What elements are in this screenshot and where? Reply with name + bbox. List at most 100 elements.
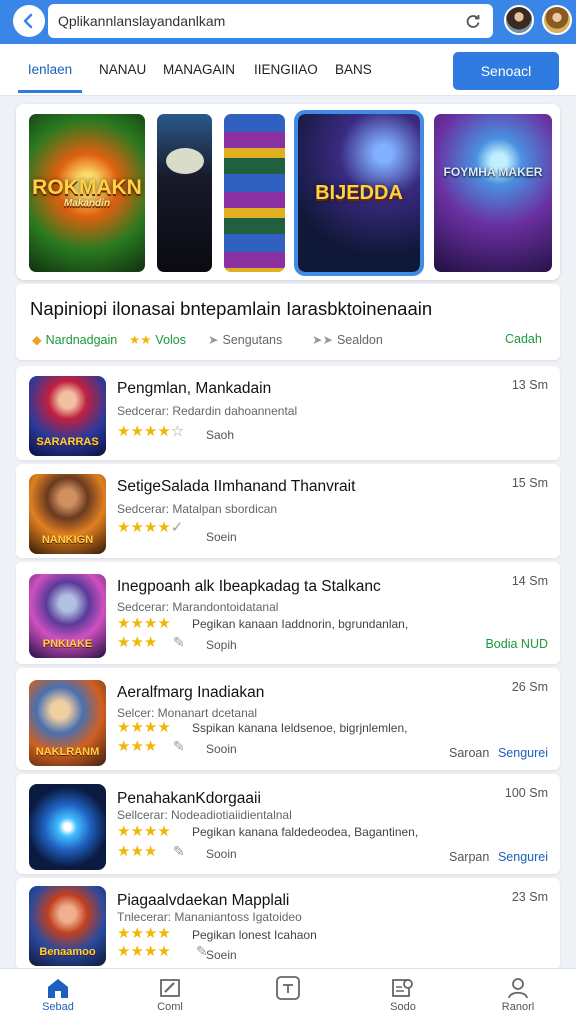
nav-home[interactable]: Sebad	[18, 975, 98, 1013]
user-icon	[508, 978, 528, 999]
app-duration: Soein	[206, 948, 237, 962]
app-title: Pengmlan, Mankadain	[117, 380, 272, 397]
thumbs-up-icon: ✎	[173, 738, 185, 754]
meta-tag-5-label: Cadah	[505, 332, 542, 346]
app-duration: Sooin	[206, 742, 237, 756]
app-duration: Sopih	[206, 638, 237, 652]
coin-icon: ◆	[32, 333, 42, 347]
app-size: 13 Sm	[511, 378, 548, 392]
refresh-icon[interactable]	[463, 11, 483, 31]
rating-stars: ★★★★	[117, 615, 171, 632]
thumbnail-label: Benaamoo	[39, 946, 96, 958]
app-action-grey[interactable]: Saroan	[449, 746, 489, 760]
send-icon: ➤	[208, 333, 219, 347]
thumbnail-label: SARARRAS	[36, 436, 99, 448]
app-thumbnail: SARARRAS	[29, 376, 106, 456]
rating-stars-secondary: ★★★	[117, 738, 158, 755]
app-subtitle: Tnlecerar: Mananiantoss Igatoideo	[117, 910, 302, 924]
featured-carousel: ROKMAKN Makandin BIJEDDA FOYMHA MAKER	[16, 104, 560, 280]
app-subtitle: Sellcerar: Nodeadiotiaiidientalnal	[117, 808, 292, 822]
tab-bans[interactable]: BANS	[335, 44, 372, 94]
app-title: SetigeSalada IImhanand Thanvrait	[117, 478, 356, 495]
avatar-user-1[interactable]	[504, 5, 534, 35]
senoacl-button[interactable]: Senoacl	[453, 52, 559, 90]
app-size: 100 Sm	[504, 786, 548, 800]
list-item[interactable]: NAKLRANM Aeralfmarg Inadiakan 26 Sm Selc…	[16, 668, 560, 770]
app-thumbnail: NAKLRANM	[29, 680, 106, 766]
app-title: PenahakanKdorgaaii	[117, 790, 261, 807]
list-item[interactable]: PNKIAKE Inegpoanh alk Ibeapkadag ta Stal…	[16, 562, 560, 664]
back-button[interactable]	[13, 5, 45, 37]
edit-icon	[160, 979, 180, 997]
list-item[interactable]: Benaamoo Piagaalvdaekan Mapplali 23 Sm T…	[16, 878, 560, 970]
search-input[interactable]	[58, 13, 463, 29]
app-subtitle: Sedcerar: Matalpan sbordican	[117, 502, 278, 516]
nav-home-label: Sebad	[42, 1001, 74, 1013]
meta-tag-3-label: Sengutans	[222, 332, 283, 347]
featured-card-2[interactable]	[157, 114, 212, 272]
tab-managain[interactable]: MANAGAIN	[163, 44, 235, 94]
featured-card-3[interactable]	[224, 114, 285, 272]
headline-title: Napiniopi ilonasai bntepamlain Iarasbkto…	[30, 298, 433, 319]
app-size: 23 Sm	[511, 890, 548, 904]
app-title: Inegpoanh alk Ibeapkadag ta Stalkanc	[117, 578, 381, 595]
app-title: Aeralfmarg Inadiakan	[117, 684, 265, 701]
app-thumbnail: NANKIGN	[29, 474, 106, 554]
nav-sodo-label: Sodo	[390, 1001, 416, 1013]
rating-stars: ★★★★☆	[117, 423, 185, 440]
tab-ienlaen[interactable]: Ienlaen	[18, 44, 82, 93]
avatar-user-2[interactable]	[542, 5, 572, 35]
list-item[interactable]: NANKIGN SetigeSalada IImhanand Thanvrait…	[16, 464, 560, 558]
nav-profile-label: Ranorl	[501, 1001, 535, 1013]
app-thumbnail	[29, 784, 106, 870]
tab-bar: Ienlaen NANAU MANAGAIN IIENGIIAO BANS Se…	[0, 44, 576, 96]
rating-stars: ★★★★✓	[117, 519, 184, 536]
featured-card-4[interactable]: BIJEDDA	[294, 110, 424, 276]
app-description: Pegikan lonest Icahaon	[192, 928, 317, 942]
app-subtitle: Sedcerar: Marandontoidatanal	[117, 600, 279, 614]
meta-tag-1: ◆ Nardnadgain	[32, 332, 117, 348]
search-bar	[48, 4, 493, 38]
back-arrow-icon	[23, 13, 33, 29]
nav-profile[interactable]: Ranorl	[478, 975, 558, 1013]
meta-tag-4: ➤➤ Sealdon	[312, 332, 383, 348]
app-duration: Saoh	[206, 428, 235, 442]
meta-tag-2: ★★ Volos	[129, 332, 187, 348]
app-size: 15 Sm	[511, 476, 548, 490]
bottom-navigation: Sebad Coml Sodo Ranorl	[0, 968, 576, 1024]
nav-edit[interactable]: Coml	[130, 975, 210, 1013]
meta-tag-2-label: Volos	[155, 332, 187, 347]
featured-headline: Napiniopi ilonasai bntepamlain Iarasbkto…	[16, 284, 560, 360]
nav-sodo[interactable]: Sodo	[363, 975, 443, 1013]
app-action-green[interactable]: Bodia NUD	[485, 637, 548, 651]
meta-tag-5[interactable]: Cadah	[505, 332, 542, 346]
top-bar	[0, 0, 576, 44]
list-item[interactable]: SARARRAS Pengmlan, Mankadain 13 Sm Sedce…	[16, 366, 560, 460]
rating-stars-secondary: ★★★	[117, 634, 158, 651]
tv-icon	[276, 976, 300, 1000]
featured-card-5-title: FOYMHA MAKER	[443, 165, 543, 179]
tab-iiengiiao[interactable]: IIENGIIAO	[254, 44, 318, 94]
share-icon: ➤➤	[312, 333, 333, 347]
thumbs-up-icon: ✎	[173, 843, 185, 859]
featured-card-5[interactable]: FOYMHA MAKER	[434, 114, 552, 272]
nav-center[interactable]	[248, 975, 328, 1001]
meta-tag-3: ➤ Sengutans	[208, 332, 283, 348]
tab-nanau[interactable]: NANAU	[99, 44, 146, 94]
app-action-blue[interactable]: Sengurei	[498, 746, 548, 760]
rating-stars: ★★★★	[117, 823, 171, 840]
rating-stars-secondary: ★★★	[117, 843, 158, 860]
app-thumbnail: Benaamoo	[29, 886, 106, 966]
app-size: 14 Sm	[511, 574, 548, 588]
list-item[interactable]: PenahakanKdorgaaii 100 Sm Sellcerar: Nod…	[16, 774, 560, 874]
thumbnail-label: PNKIAKE	[42, 638, 93, 650]
app-action-grey[interactable]: Sarpan	[449, 850, 489, 864]
featured-card-1[interactable]: ROKMAKN Makandin	[29, 114, 145, 272]
app-thumbnail: PNKIAKE	[29, 574, 106, 658]
rating-stars-secondary: ★★★★	[117, 943, 171, 960]
search-doc-icon	[392, 979, 413, 997]
meta-tag-4-label: Sealdon	[336, 332, 383, 347]
featured-card-1-subtitle: Makandin	[63, 197, 111, 209]
app-action-blue[interactable]: Sengurei	[498, 850, 548, 864]
app-description: Pegikan kanana faldedeodea, Bagantinen,	[192, 825, 419, 839]
